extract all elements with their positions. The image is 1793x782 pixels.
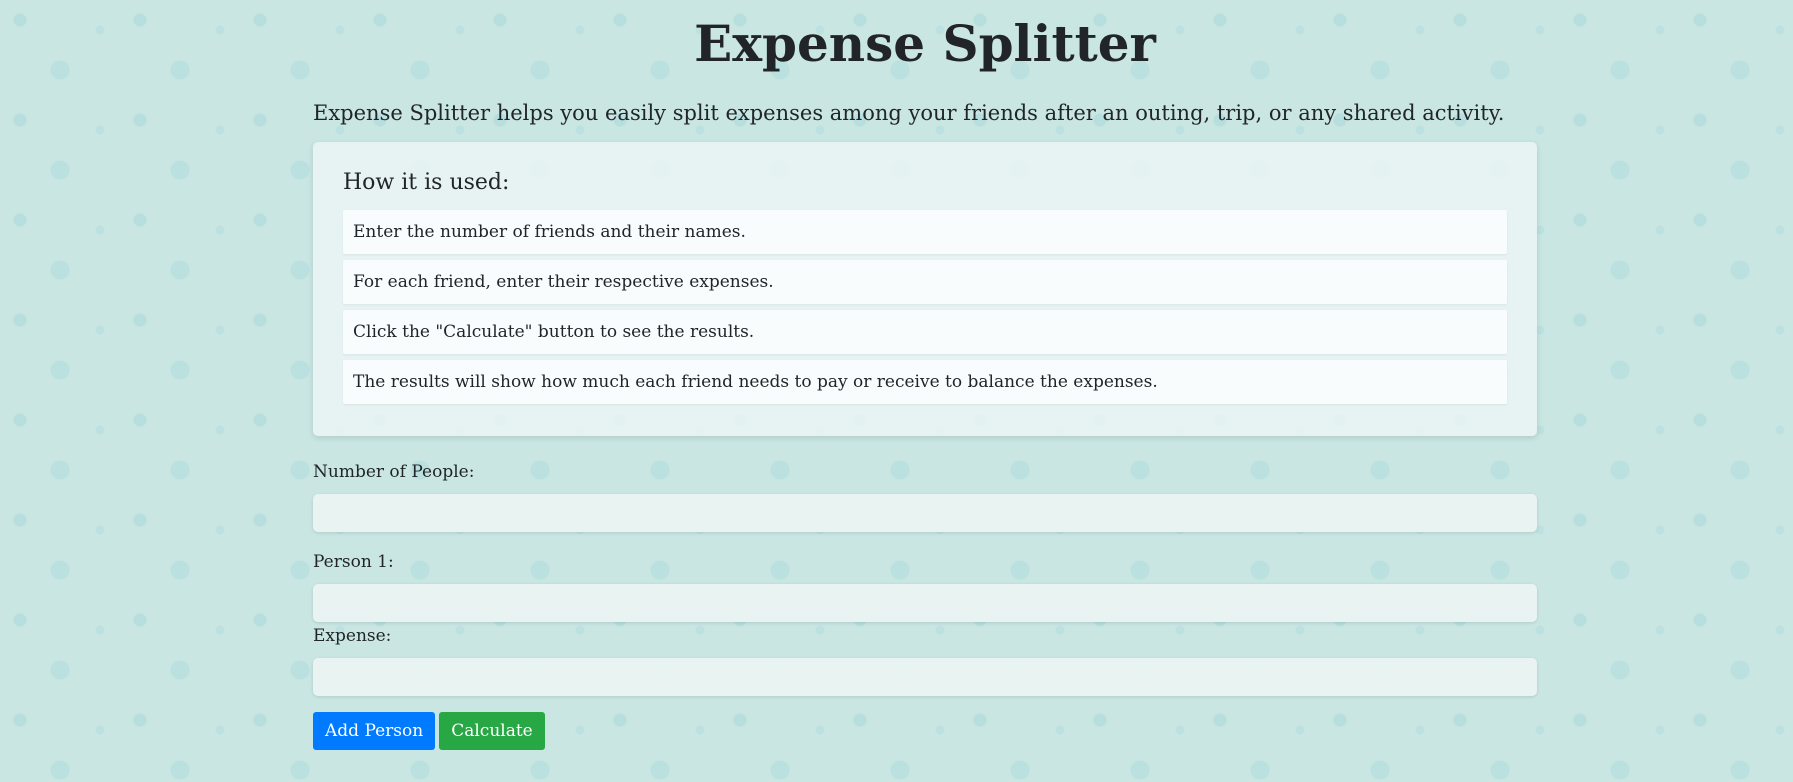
list-item: Click the "Calculate" button to see the … (343, 310, 1507, 354)
main-container: Expense Splitter Expense Splitter helps … (313, 0, 1537, 750)
person-1-label: Person 1: (313, 552, 394, 572)
add-person-button[interactable]: Add Person (313, 712, 436, 750)
person-1-name-input[interactable] (313, 584, 1537, 622)
list-item: Enter the number of friends and their na… (343, 210, 1507, 254)
number-of-people-label: Number of People: (313, 462, 475, 482)
instructions-card: How it is used: Enter the number of frie… (313, 142, 1537, 436)
number-of-people-input[interactable] (313, 494, 1537, 532)
action-buttons: Add Person Calculate (313, 712, 1537, 750)
expense-label: Expense: (313, 626, 392, 646)
instructions-list: Enter the number of friends and their na… (343, 210, 1507, 404)
intro-text: Expense Splitter helps you easily split … (313, 101, 1505, 125)
page-title: Expense Splitter (694, 14, 1156, 73)
instructions-heading: How it is used: (343, 170, 510, 195)
list-item: The results will show how much each frie… (343, 360, 1507, 404)
calculate-button[interactable]: Calculate (439, 712, 545, 750)
expense-input[interactable] (313, 658, 1537, 696)
list-item: For each friend, enter their respective … (343, 260, 1507, 304)
